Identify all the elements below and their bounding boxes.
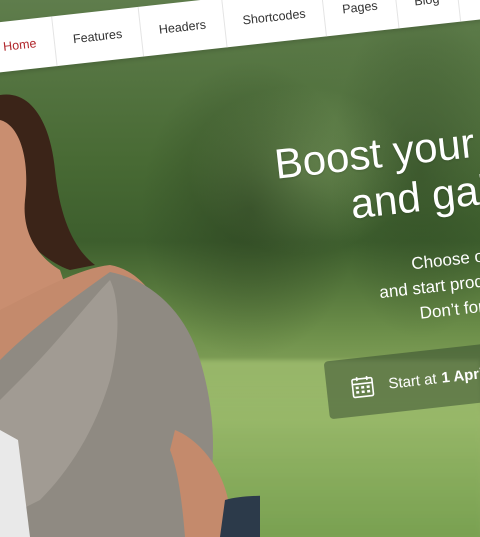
tilted-website-plane: Home Features Headers Shortcodes Pages B… [0, 0, 480, 534]
start-date-label: Start at [387, 369, 438, 393]
nav-item-headers[interactable]: Headers [138, 0, 228, 57]
main-navigation: Home Features Headers Shortcodes Pages B… [0, 0, 480, 74]
nav-item-shortcodes[interactable]: Shortcodes [222, 0, 328, 48]
hero-subtext: Choose one of ou and start producing be … [360, 237, 480, 332]
hero-scene: Home Features Headers Shortcodes Pages B… [0, 0, 480, 537]
start-date-value: 1 April 201 [440, 361, 480, 387]
hero-headline: Boost your k and gain [272, 115, 480, 236]
calendar-icon [351, 375, 375, 399]
nav-item-features[interactable]: Features [52, 6, 144, 67]
nav-item-home[interactable]: Home [0, 16, 58, 74]
start-date-button[interactable]: Start at 1 April 201 [323, 333, 480, 420]
nav-item-blog[interactable]: Blog [393, 0, 461, 29]
nav-item-pages[interactable]: Pages [321, 0, 400, 37]
